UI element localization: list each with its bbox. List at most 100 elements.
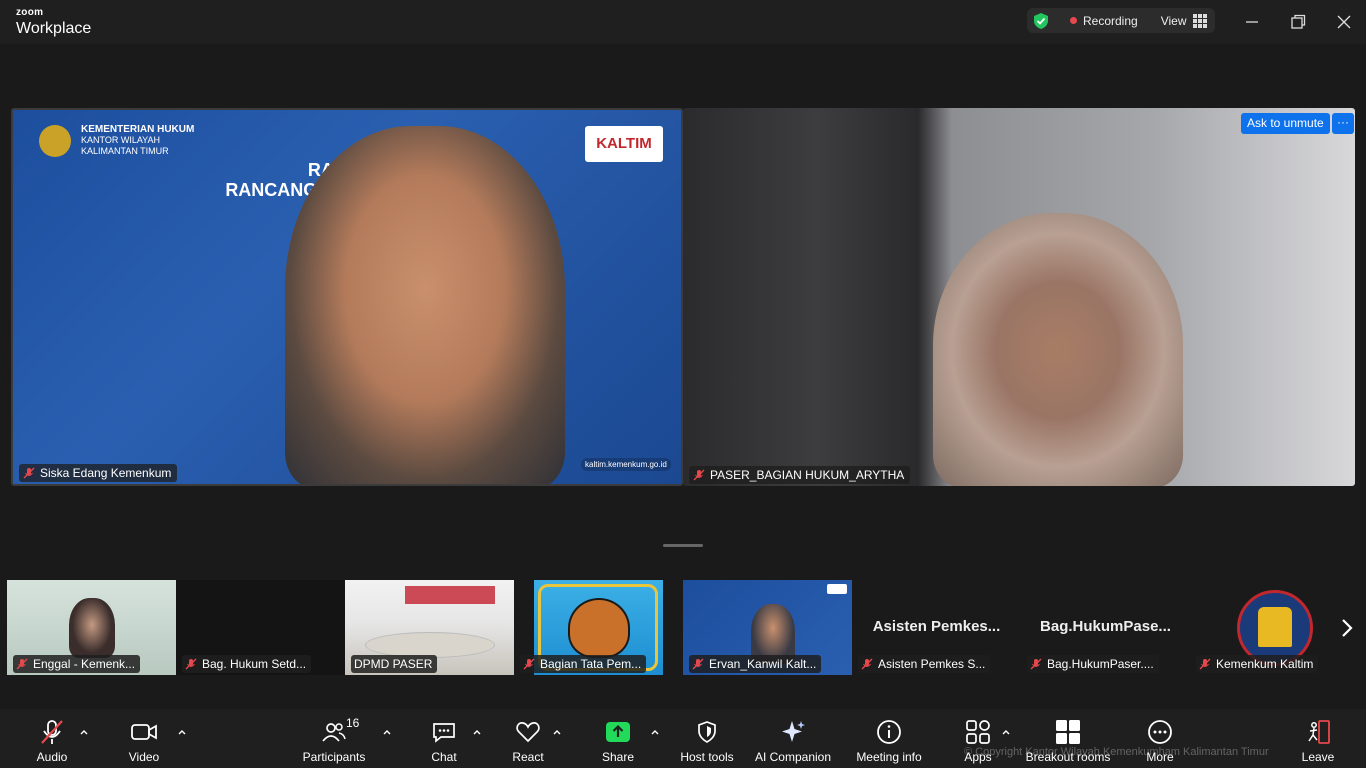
chat-button[interactable]: Chat bbox=[424, 709, 464, 768]
chevron-up-icon[interactable] bbox=[177, 727, 187, 737]
title-bar: zoom Workplace Recording View bbox=[0, 0, 1366, 44]
participants-button[interactable]: 16 Participants bbox=[302, 709, 366, 768]
filmstrip-name-tag: Bagian Tata Pem... bbox=[520, 655, 647, 673]
mic-muted-icon bbox=[16, 658, 28, 670]
chevron-up-icon[interactable] bbox=[552, 727, 562, 737]
audio-button[interactable]: Audio bbox=[32, 709, 72, 768]
minimize-icon[interactable] bbox=[1242, 12, 1262, 32]
brand-small: zoom bbox=[16, 7, 44, 18]
filmstrip-name-tag: Bag.HukumPaser.... bbox=[1027, 655, 1159, 673]
brand-big: Workplace bbox=[16, 20, 92, 37]
filmstrip-tile[interactable]: Asisten Pemkes... Asisten Pemkes S... bbox=[852, 580, 1021, 675]
filmstrip-name: Ervan_Kanwil Kalt... bbox=[709, 657, 817, 671]
recording-label[interactable]: Recording bbox=[1083, 14, 1138, 28]
filmstrip-tile[interactable]: Bag.HukumPase... Bag.HukumPaser.... bbox=[1021, 580, 1190, 675]
meeting-status-pill: Recording View bbox=[1027, 8, 1215, 33]
meeting-toolbar: Audio Video 16 Participants Chat React S… bbox=[0, 709, 1366, 768]
share-label: Share bbox=[601, 750, 635, 764]
chevron-up-icon[interactable] bbox=[472, 727, 482, 737]
apps-icon bbox=[966, 720, 990, 744]
filmstrip-name-tag: Asisten Pemkes S... bbox=[858, 655, 991, 673]
chat-icon bbox=[433, 723, 455, 743]
react-label: React bbox=[512, 750, 544, 764]
participant-name-tag: PASER_BAGIAN HUKUM_ARYTHA bbox=[689, 466, 911, 484]
react-button[interactable]: React bbox=[508, 709, 548, 768]
participant-name-tag: Siska Edang Kemenkum bbox=[19, 464, 178, 482]
view-button[interactable]: View bbox=[1161, 14, 1187, 28]
participants-label: Participants bbox=[302, 750, 366, 764]
chevron-up-icon[interactable] bbox=[1001, 727, 1011, 737]
filmstrip-name: DPMD PASER bbox=[354, 657, 433, 671]
shield-icon bbox=[698, 721, 716, 743]
filmstrip-name: Bagian Tata Pem... bbox=[540, 657, 642, 671]
apps-button[interactable]: Apps bbox=[958, 709, 998, 768]
heart-icon bbox=[516, 722, 540, 743]
breakout-rooms-button[interactable]: Breakout rooms bbox=[1026, 709, 1110, 768]
filmstrip-name: Kemenkum Kaltim bbox=[1216, 657, 1314, 671]
meeting-info-label: Meeting info bbox=[856, 750, 922, 764]
mic-muted-icon bbox=[523, 658, 535, 670]
shield-icon[interactable] bbox=[1032, 12, 1050, 30]
filmstrip-tile[interactable]: DPMD PASER bbox=[345, 580, 514, 675]
video-label: Video bbox=[128, 750, 160, 764]
slide-ministry-header: KEMENTERIAN HUKUM KANTOR WILAYAH KALIMAN… bbox=[39, 124, 194, 157]
filmstrip-name-tag: Bag. Hukum Setd... bbox=[182, 655, 312, 673]
filmstrip-name-tag: Enggal - Kemenk... bbox=[13, 655, 141, 673]
ask-to-unmute-button[interactable]: Ask to unmute bbox=[1241, 113, 1330, 134]
mic-muted-icon bbox=[41, 720, 63, 744]
slide-ministry-line2: KANTOR WILAYAH bbox=[81, 135, 161, 145]
filmstrip-tile[interactable]: Enggal - Kemenk... bbox=[7, 580, 176, 675]
video-tile-speaker[interactable]: KEMENTERIAN HUKUM KANTOR WILAYAH KALIMAN… bbox=[11, 108, 683, 486]
filmstrip-name: Enggal - Kemenk... bbox=[33, 657, 136, 671]
filmstrip-tile[interactable]: Ervan_Kanwil Kalt... bbox=[683, 580, 852, 675]
host-tools-label: Host tools bbox=[680, 750, 734, 764]
participant-name: PASER_BAGIAN HUKUM_ARYTHA bbox=[710, 468, 905, 482]
breakout-rooms-icon bbox=[1056, 720, 1080, 744]
video-button[interactable]: Video bbox=[124, 709, 164, 768]
restore-icon[interactable] bbox=[1288, 12, 1308, 32]
chevron-up-icon[interactable] bbox=[650, 727, 660, 737]
red-chairs-image bbox=[405, 586, 495, 604]
share-button[interactable]: Share bbox=[598, 709, 638, 768]
tile-more-button[interactable]: ··· bbox=[1332, 113, 1354, 134]
mic-muted-icon bbox=[693, 469, 705, 481]
filmstrip-tile[interactable]: Bag. Hukum Setd... bbox=[176, 580, 345, 675]
participants-icon bbox=[322, 723, 346, 742]
recording-dot-icon bbox=[1070, 17, 1077, 24]
participant-name: Siska Edang Kemenkum bbox=[40, 466, 172, 480]
chevron-up-icon[interactable] bbox=[382, 727, 392, 737]
video-tile-participant[interactable]: PASER_BAGIAN HUKUM_ARYTHA bbox=[683, 108, 1355, 486]
resize-handle[interactable] bbox=[663, 544, 703, 547]
filmstrip-tile[interactable]: Bagian Tata Pem... bbox=[514, 580, 683, 675]
mic-muted-icon bbox=[23, 467, 35, 479]
mic-muted-icon bbox=[692, 658, 704, 670]
exit-door-icon bbox=[1308, 720, 1330, 744]
host-tools-button[interactable]: Host tools bbox=[677, 709, 737, 768]
filmstrip-tile[interactable]: Kemenkum Kaltim bbox=[1190, 580, 1330, 675]
leave-button[interactable]: Leave bbox=[1298, 709, 1338, 768]
close-icon[interactable] bbox=[1334, 12, 1354, 32]
info-icon bbox=[877, 720, 901, 744]
mic-muted-icon bbox=[1199, 658, 1211, 670]
kaltim-logo-small bbox=[827, 584, 847, 594]
filmstrip-name-tag: Ervan_Kanwil Kalt... bbox=[689, 655, 822, 673]
filmstrip-display-name: Bag.HukumPase... bbox=[1040, 618, 1171, 635]
chat-label: Chat bbox=[431, 750, 457, 764]
meeting-info-button[interactable]: Meeting info bbox=[853, 709, 925, 768]
more-button[interactable]: More bbox=[1140, 709, 1180, 768]
mic-muted-icon bbox=[185, 658, 197, 670]
filmstrip-name: Asisten Pemkes S... bbox=[878, 657, 986, 671]
grid-icon[interactable] bbox=[1192, 13, 1207, 28]
slide-ministry-line3: KALIMANTAN TIMUR bbox=[81, 146, 169, 156]
chevron-up-icon[interactable] bbox=[79, 727, 89, 737]
filmstrip-name-tag: Kemenkum Kaltim bbox=[1196, 655, 1319, 673]
kaltim-logo: KALTIM bbox=[585, 126, 663, 162]
more-icon bbox=[1148, 720, 1172, 744]
chevron-right-icon[interactable] bbox=[1337, 614, 1357, 642]
copyright-watermark: © Copyright Kantor Wilayah Kemenkumham K… bbox=[964, 746, 1269, 758]
mic-muted-icon bbox=[861, 658, 873, 670]
share-screen-icon bbox=[606, 722, 630, 742]
filmstrip-name: Bag. Hukum Setd... bbox=[202, 657, 307, 671]
ai-companion-button[interactable]: AI Companion bbox=[753, 709, 833, 768]
zoom-logo: zoom Workplace bbox=[16, 8, 91, 37]
